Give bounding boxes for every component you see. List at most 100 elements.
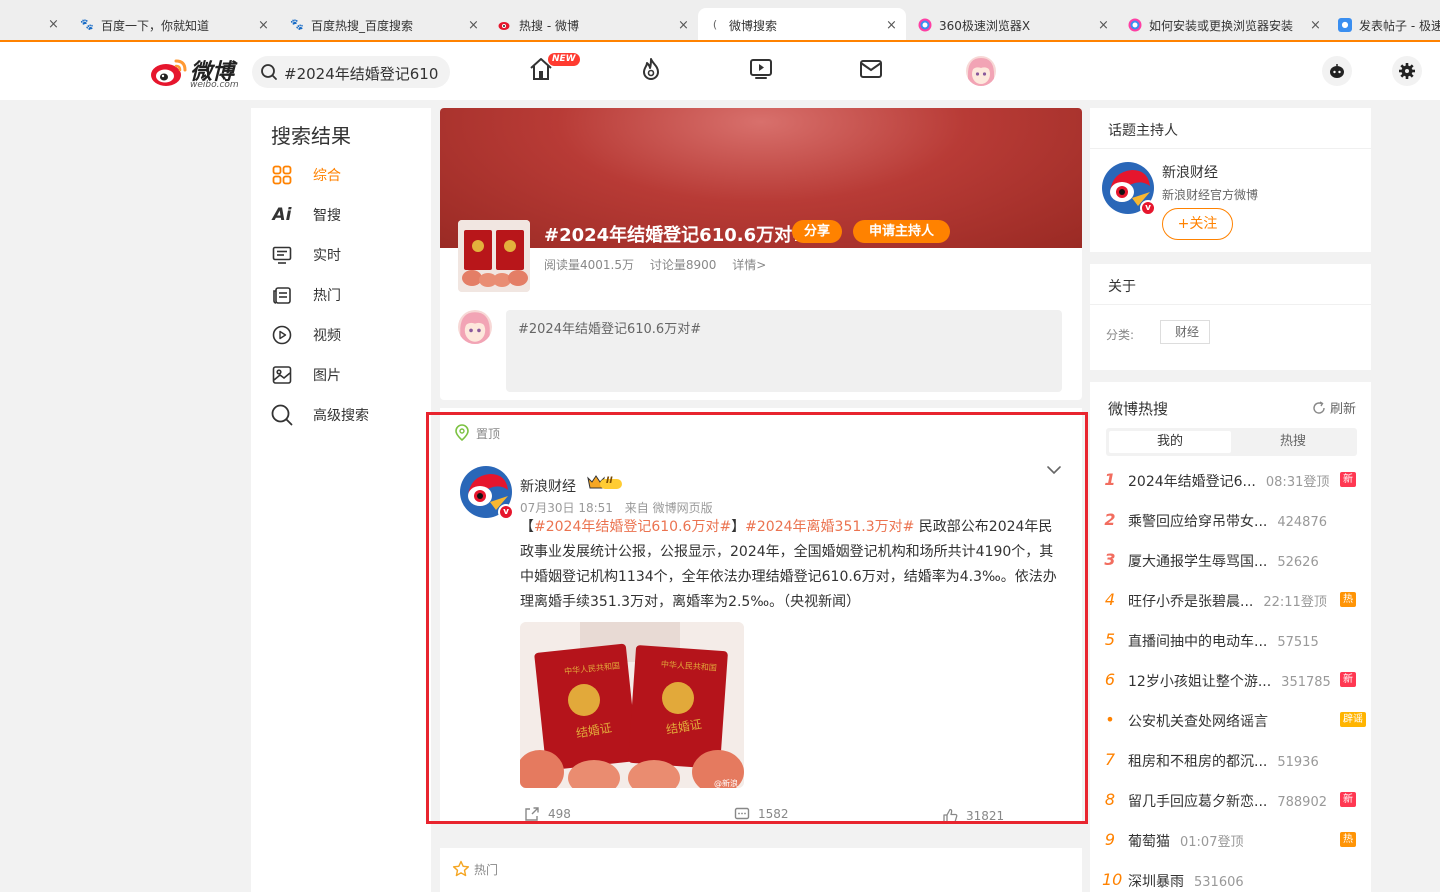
discussion-count: 讨论量8900 xyxy=(649,258,717,272)
post-meta: 07月30日 18:51 来自 微博网页版 xyxy=(520,499,721,516)
anime-avatar-icon xyxy=(966,56,996,86)
hot-tag-badge: 辟谣 xyxy=(1340,712,1366,727)
repost-icon xyxy=(525,807,539,821)
pinned-post-card: 置顶 v 新浪财经 II 07月30日 18:51 来自 微博网页版 【#202… xyxy=(440,408,1082,824)
compose-textarea[interactable]: #2024年结婚登记610.6万对# xyxy=(506,310,1062,392)
about-card-title: 关于 xyxy=(1108,279,1136,295)
hot-search-title-link[interactable]: 葡萄猫 01:07登顶 xyxy=(1128,831,1243,851)
weibo-logo[interactable]: 微博 weibo.com xyxy=(150,56,240,90)
hot-search-title-link[interactable]: 租房和不租房的都沉... 51936 xyxy=(1128,751,1319,771)
category-tag[interactable]: 财经 xyxy=(1160,320,1211,344)
topic-thumbnail[interactable] xyxy=(458,220,530,292)
comment-button[interactable]: 1582 xyxy=(734,806,789,822)
hot-search-item[interactable]: 8 留几手回应葛夕新恋... 788902 新 xyxy=(1090,780,1371,820)
refresh-button[interactable]: 刷新 xyxy=(1312,398,1356,417)
nav-item-realtime[interactable]: 实时 xyxy=(271,243,341,267)
like-button[interactable]: 31821 xyxy=(942,808,1004,824)
hot-search-title-link[interactable]: 深圳暴雨 531606 xyxy=(1128,871,1244,891)
browser-tab[interactable]: 🐾 百度热搜_百度搜索 × xyxy=(290,8,480,40)
nav-item-hot[interactable]: 热门 xyxy=(271,283,341,307)
author-avatar[interactable]: v xyxy=(460,466,514,520)
host-name[interactable]: 新浪财经 xyxy=(1162,162,1218,182)
post-time[interactable]: 07月30日 18:51 xyxy=(520,501,613,515)
hot-search-title-link[interactable]: 旺仔小乔是张碧晨... 22:11登顶 xyxy=(1128,591,1327,611)
hot-search-title-link[interactable]: 2024年结婚登记6... 08:31登顶 xyxy=(1128,471,1329,491)
hot-tag-badge: 热 xyxy=(1340,592,1356,607)
tab-close-icon[interactable]: × xyxy=(678,18,689,33)
hot-search-item[interactable]: 2 乘警回应给穿吊带女... 424876 xyxy=(1090,500,1371,540)
post-text: 【#2024年结婚登记610.6万对#】#2024年离婚351.3万对# 民政部… xyxy=(520,519,1057,610)
hot-search-title-link[interactable]: 直播间抽中的电动车... 57515 xyxy=(1128,631,1319,651)
crown-vip-icon xyxy=(587,475,622,489)
apply-host-button[interactable]: 申请主持人 xyxy=(853,220,951,243)
hot-search-title-link[interactable]: 厦大通报学生辱骂国... 52626 xyxy=(1128,551,1319,571)
nav-item-comprehensive[interactable]: 综合 xyxy=(271,163,341,187)
message-nav[interactable] xyxy=(856,54,886,84)
nav-item-ai-search[interactable]: Ai 智搜 xyxy=(271,203,342,227)
hot-search-item[interactable]: 5 直播间抽中的电动车... 57515 xyxy=(1090,620,1371,660)
new-badge: NEW xyxy=(548,53,580,66)
divider xyxy=(1090,148,1371,149)
hot-search-item[interactable]: 7 租房和不租房的都沉... 51936 xyxy=(1090,740,1371,780)
share-button[interactable]: 分享 xyxy=(792,220,843,243)
user-avatar[interactable] xyxy=(966,56,996,86)
tab-close-icon[interactable]: × xyxy=(258,18,269,33)
hot-count: 57515 xyxy=(1277,635,1319,650)
browser-tab[interactable]: 🐾 百度一下，你就知道 × xyxy=(80,8,270,40)
hot-rank: 3 xyxy=(1104,550,1116,569)
hot-search-item[interactable]: 4 旺仔小乔是张碧晨... 22:11登顶热 xyxy=(1090,580,1371,620)
hot-search-item[interactable]: 6 12岁小孩姐让整个游... 351785 新 xyxy=(1090,660,1371,700)
details-link[interactable]: 详情> xyxy=(732,258,766,272)
realtime-icon xyxy=(271,244,293,266)
refresh-icon xyxy=(1313,400,1325,414)
browser-tab-active[interactable]: ( 微博搜索 × xyxy=(698,8,906,40)
hot-count: 52626 xyxy=(1277,555,1319,570)
read-count: 阅读量4001.5万 xyxy=(544,258,634,272)
tab-close-icon[interactable]: × xyxy=(1098,18,1109,33)
hot-search-title-link[interactable]: 公安机关查处网络谣言 xyxy=(1128,711,1278,731)
hot-search-title-link[interactable]: 留几手回应葛夕新恋... 788902 xyxy=(1128,791,1327,811)
post-image[interactable]: 中华人民共和国 中华人民共和国 结婚证 结婚证 xyxy=(520,622,744,788)
browser-tab[interactable]: 热搜 - 微博 × xyxy=(498,8,689,40)
post-menu-button[interactable] xyxy=(1046,462,1062,482)
follow-button[interactable]: +关注 xyxy=(1162,208,1233,240)
author-name[interactable]: 新浪财经 xyxy=(520,476,576,496)
360-icon xyxy=(918,18,932,32)
comment-icon xyxy=(734,807,750,820)
chat-button[interactable] xyxy=(1322,56,1352,86)
pinned-label: 置顶 xyxy=(454,424,500,442)
nav-item-video[interactable]: 视频 xyxy=(271,323,341,347)
hot-nav[interactable] xyxy=(636,54,666,84)
topic-tag-link[interactable]: #2024年离婚351.3万对# xyxy=(745,519,914,535)
hot-search-item[interactable]: 9 葡萄猫 01:07登顶 热 xyxy=(1090,820,1371,860)
baidu-paw-icon: 🐾 xyxy=(290,18,304,31)
hot-search-item[interactable]: 3 厦大通报学生辱骂国... 52626 xyxy=(1090,540,1371,580)
nav-item-image[interactable]: 图片 xyxy=(271,363,341,387)
tab-mine[interactable]: 我的 xyxy=(1109,431,1231,453)
topic-tag-link[interactable]: #2024年结婚登记610.6万对# xyxy=(534,519,731,535)
hot-count: 788902 xyxy=(1277,795,1327,810)
tab-close-icon[interactable]: × xyxy=(1310,18,1321,33)
flame-icon xyxy=(643,58,659,80)
browser-tab[interactable]: 如何安装或更换浏览器安装 × xyxy=(1128,8,1324,40)
hot-search-item[interactable]: 1 2024年结婚登记6... 08:31登顶新 xyxy=(1090,460,1371,500)
repost-button[interactable]: 498 xyxy=(524,806,571,822)
hot-search-title-link[interactable]: 12岁小孩姐让整个游... 351785 xyxy=(1128,671,1331,691)
weibo-icon xyxy=(498,18,512,32)
hot-rank: 1 xyxy=(1104,470,1116,489)
nav-item-advanced-search[interactable]: 高级搜索 xyxy=(271,403,369,427)
tab-close-icon[interactable]: × xyxy=(886,18,897,33)
search-input[interactable]: #2024年结婚登记610 xyxy=(252,56,450,88)
browser-tab[interactable]: 360极速浏览器X × xyxy=(918,8,1109,40)
tab-close-icon[interactable]: × xyxy=(48,17,59,32)
video-nav[interactable] xyxy=(746,54,776,84)
settings-button[interactable] xyxy=(1392,56,1422,86)
tab-hot-search[interactable]: 热搜 xyxy=(1232,431,1354,453)
tab-close-icon[interactable]: × xyxy=(468,18,479,33)
host-avatar[interactable]: v xyxy=(1102,162,1156,216)
browser-tab[interactable]: ● 发表帖子 - 极速 xyxy=(1338,8,1440,40)
hot-search-item[interactable]: 10 深圳暴雨 531606 xyxy=(1090,860,1371,892)
chevron-down-icon xyxy=(1047,466,1061,475)
hot-search-item[interactable]: • 公安机关查处网络谣言 辟谣 xyxy=(1090,700,1371,740)
hot-search-title-link[interactable]: 乘警回应给穿吊带女... 424876 xyxy=(1128,511,1327,531)
